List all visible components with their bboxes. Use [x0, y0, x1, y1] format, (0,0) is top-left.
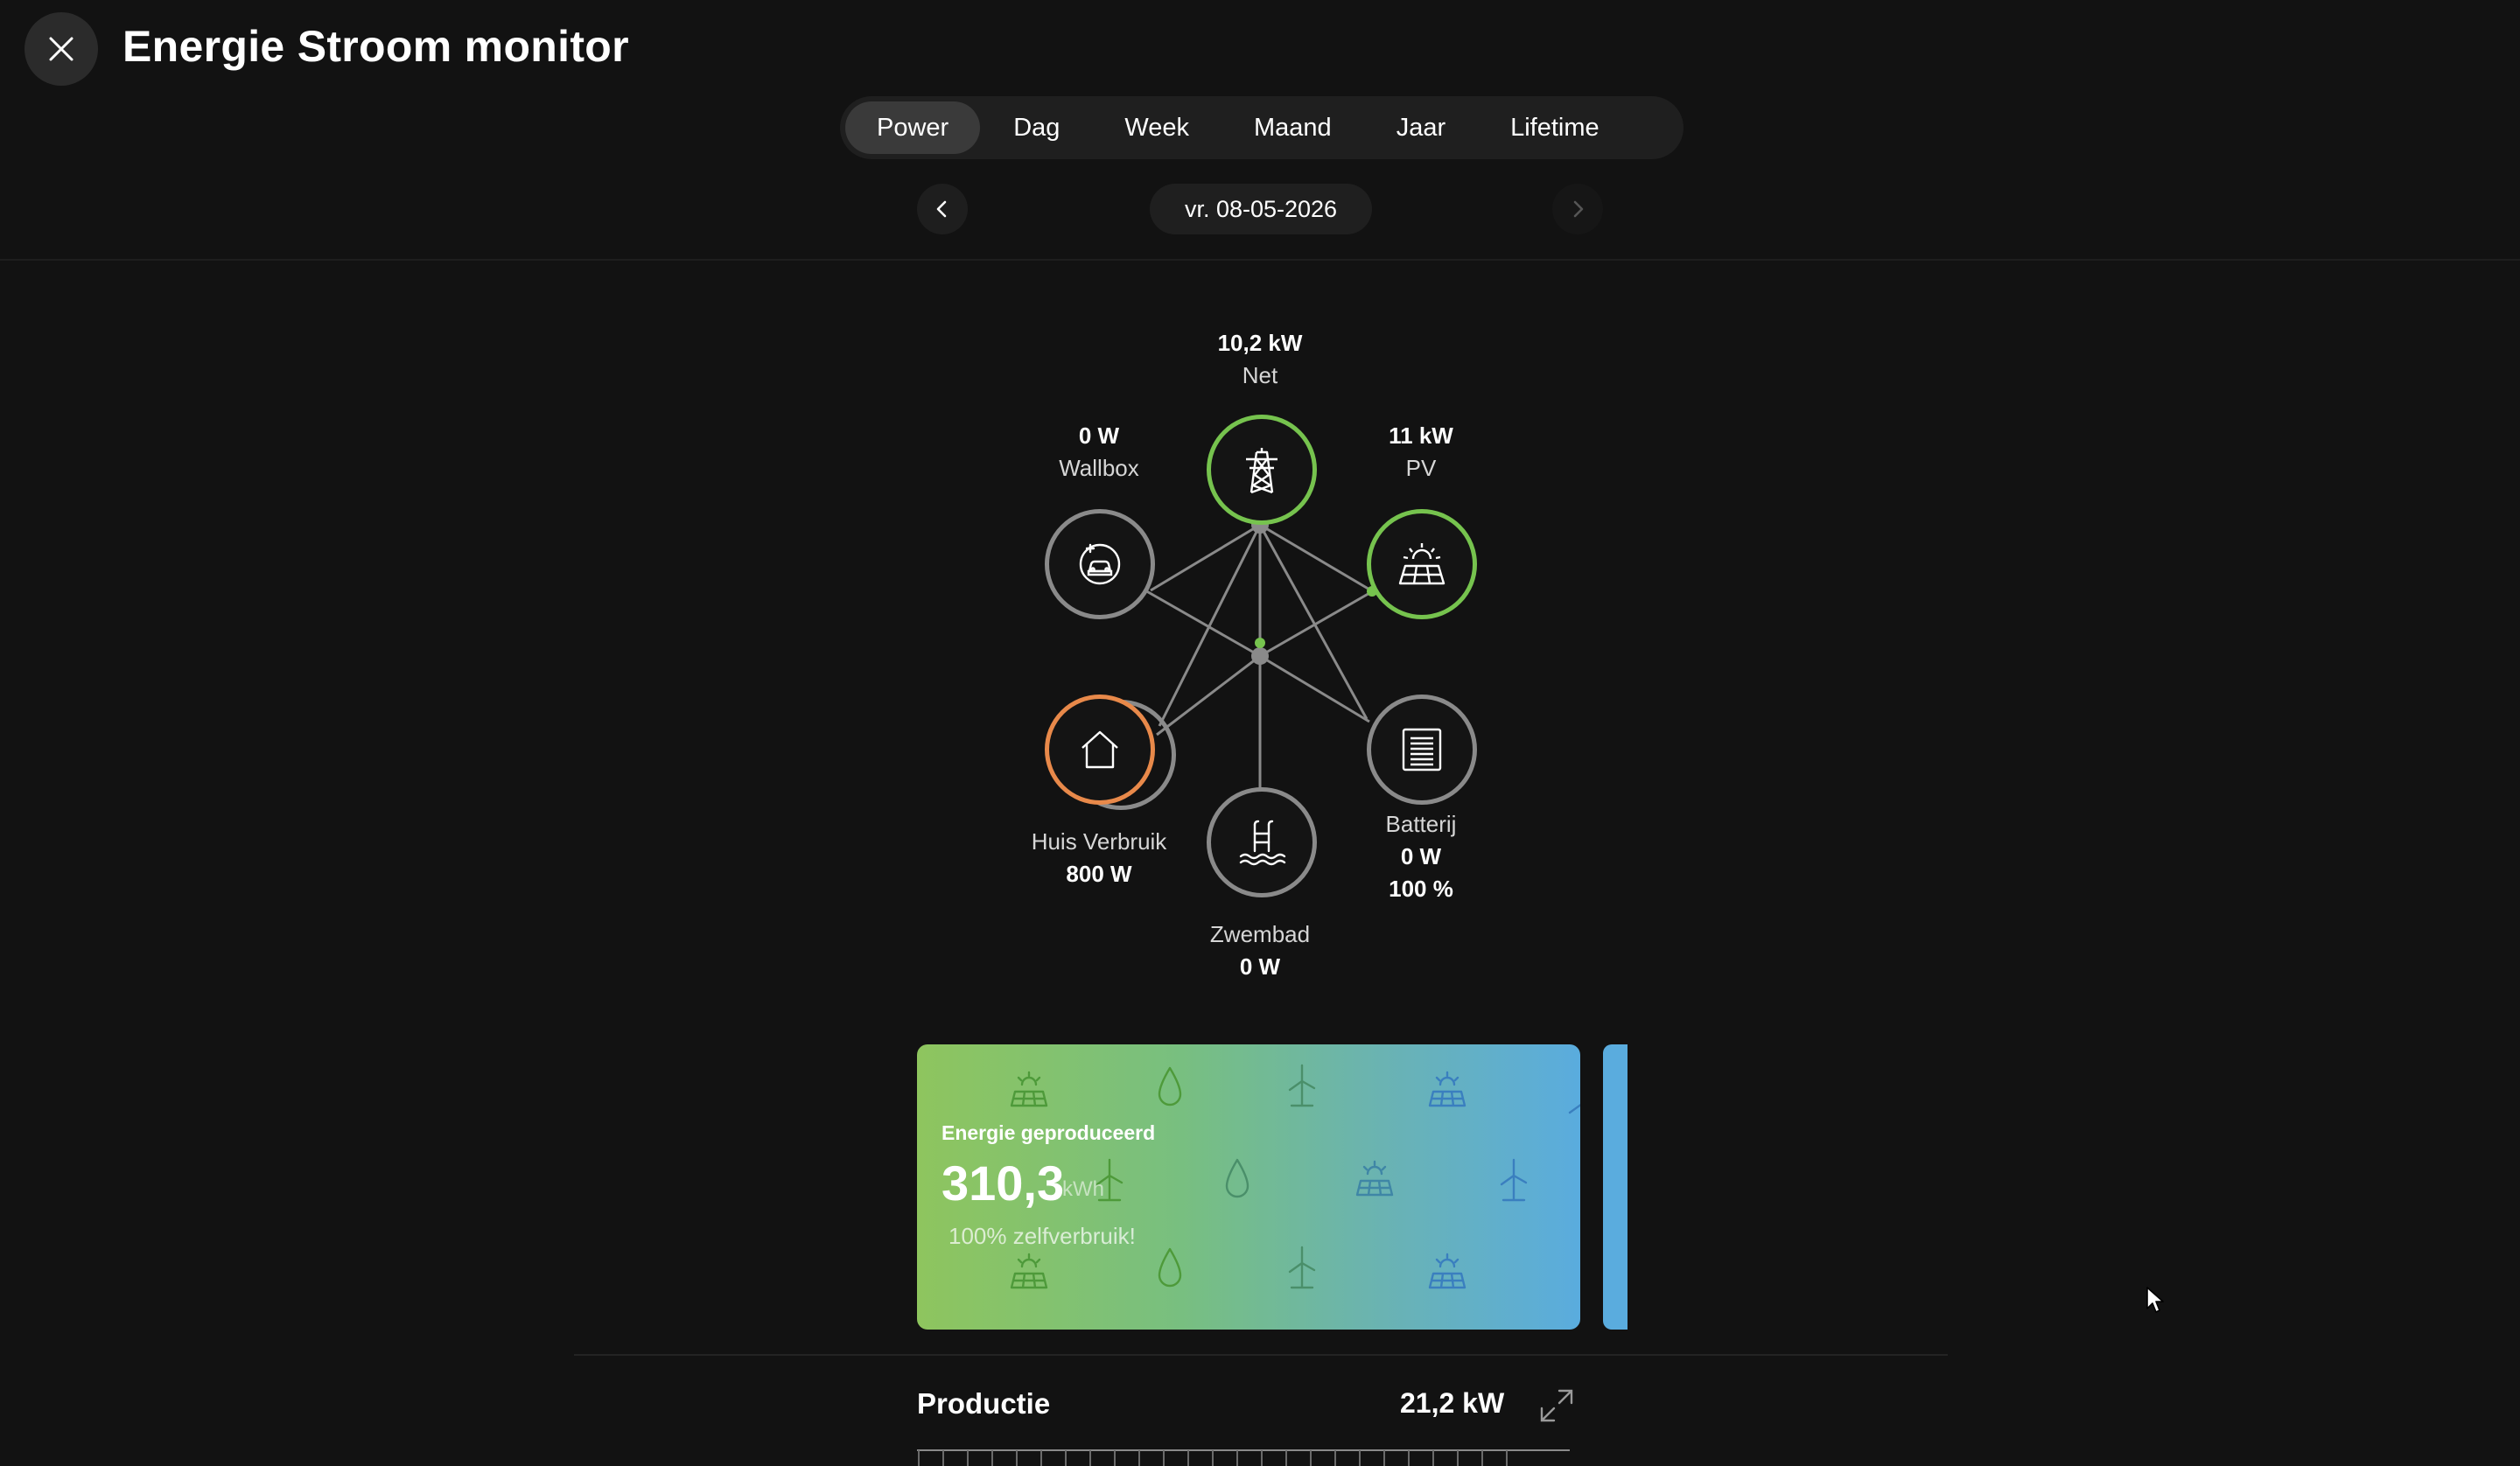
battery-percent: 100 %: [1389, 876, 1453, 902]
wind-turbine-icon: [1288, 1064, 1316, 1107]
card-unit: kWh: [1062, 1177, 1104, 1201]
next-card-peek[interactable]: [1603, 1044, 1628, 1330]
net-label: 10,2 kW Net: [1164, 327, 1356, 392]
mouse-cursor: [2146, 1287, 2164, 1313]
top-bar: Energie Stroom monitor Power Dag Week Ma…: [0, 0, 2520, 261]
water-drop-icon: [1158, 1066, 1182, 1106]
pv-name: PV: [1405, 455, 1437, 481]
battery-icon: [1402, 728, 1442, 771]
solar-panel-icon: [1010, 1253, 1048, 1289]
solar-panel-icon: [1428, 1253, 1466, 1289]
house-value: 800 W: [1066, 861, 1132, 887]
ev-car-icon: [1079, 543, 1121, 585]
pv-label: 11 kW PV: [1325, 420, 1517, 485]
close-button[interactable]: [24, 12, 98, 86]
production-chart-preview: [917, 1449, 1570, 1466]
production-label: Productie: [917, 1387, 1051, 1420]
solar-panel-icon: [1355, 1160, 1394, 1197]
chevron-left-icon: [936, 200, 947, 218]
card-title: Energie geproduceerd: [942, 1121, 1156, 1144]
house-label: Huis Verbruik 800 W: [1003, 826, 1195, 890]
production-value: 21,2 kW: [1400, 1387, 1505, 1419]
wind-turbine-icon: [1500, 1158, 1528, 1202]
house-name: Huis Verbruik: [1031, 828, 1167, 855]
pool-ladder-icon: [1239, 820, 1286, 866]
solar-panel-icon: [1428, 1071, 1466, 1107]
card-value: 310,3: [942, 1155, 1065, 1211]
house-node[interactable]: [1045, 695, 1155, 805]
section-divider: [574, 1354, 1948, 1356]
tab-jaar[interactable]: Jaar: [1365, 101, 1477, 154]
pv-value: 11 kW: [1389, 422, 1453, 449]
pool-label: Zwembad 0 W: [1164, 918, 1356, 983]
close-icon: [49, 37, 74, 61]
water-drop-icon: [1158, 1247, 1182, 1288]
net-name: Net: [1242, 362, 1278, 388]
net-node[interactable]: [1207, 415, 1317, 525]
next-date-button[interactable]: [1552, 184, 1603, 234]
net-value: 10,2 kW: [1217, 330, 1303, 356]
page-title: Energie Stroom monitor: [122, 22, 629, 71]
card-subtitle: 100% zelfverbruik!: [948, 1223, 1136, 1249]
pool-node[interactable]: [1207, 787, 1317, 897]
chevron-right-icon: [1573, 200, 1584, 218]
tab-lifetime[interactable]: Lifetime: [1479, 101, 1631, 154]
wallbox-name: Wallbox: [1059, 455, 1139, 481]
wind-turbine-icon: [1568, 1103, 1580, 1114]
wallbox-node[interactable]: [1045, 509, 1155, 619]
energy-produced-card[interactable]: Energie geproduceerd 310,3 kWh 100% zelf…: [917, 1044, 1580, 1330]
wind-turbine-icon: [1288, 1246, 1316, 1289]
tab-power[interactable]: Power: [845, 101, 981, 154]
battery-name: Batterij: [1385, 811, 1457, 837]
pv-node[interactable]: [1367, 509, 1477, 619]
expand-button[interactable]: [1536, 1386, 1577, 1426]
expand-icon: [1540, 1389, 1573, 1422]
solar-panel-icon: [1010, 1071, 1048, 1107]
battery-label: Batterij 0 W 100 %: [1325, 808, 1517, 905]
pool-name: Zwembad: [1209, 921, 1311, 947]
wallbox-value: 0 W: [1078, 422, 1120, 449]
previous-date-button[interactable]: [917, 184, 968, 234]
solar-panel-icon: [1398, 543, 1446, 585]
battery-node[interactable]: [1367, 695, 1477, 805]
tab-dag[interactable]: Dag: [982, 101, 1091, 154]
pool-value: 0 W: [1239, 953, 1281, 980]
power-pylon-icon: [1246, 448, 1278, 494]
battery-value: 0 W: [1400, 843, 1442, 869]
house-icon: [1082, 730, 1118, 769]
period-tabs: Power Dag Week Maand Jaar Lifetime: [840, 96, 1684, 159]
water-drop-icon: [1225, 1158, 1250, 1198]
date-selector[interactable]: vr. 08-05-2026: [1150, 184, 1372, 234]
tab-week[interactable]: Week: [1093, 101, 1221, 154]
tab-maand[interactable]: Maand: [1222, 101, 1363, 154]
wallbox-label: 0 W Wallbox: [1003, 420, 1195, 485]
